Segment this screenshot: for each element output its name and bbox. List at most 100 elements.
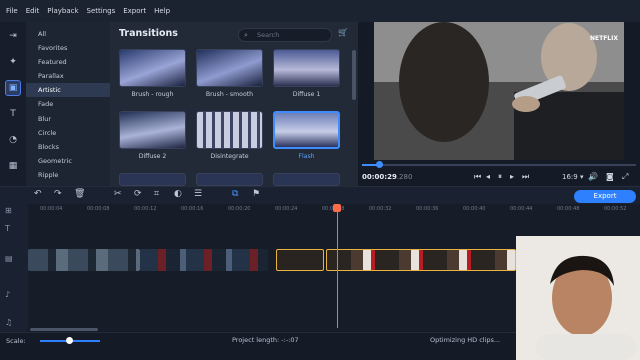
project-length: Project length: -:-:07 [232, 336, 299, 344]
category-blocks[interactable]: Blocks [26, 140, 110, 154]
timecode-main: 00:00:29 [362, 173, 397, 181]
ruler-tick: 00:00:44 [510, 206, 533, 212]
skip-end-icon[interactable]: ⏭ [522, 172, 529, 182]
fullscreen-icon[interactable]: ⤢ [622, 172, 628, 182]
ruler-tick: 00:00:48 [557, 206, 580, 212]
tile-label: Diffuse 2 [138, 153, 167, 160]
more-tools-icon[interactable]: ▦ [5, 158, 21, 174]
video-frame-image [374, 22, 624, 160]
menu-file[interactable]: File [6, 7, 18, 15]
optimizing-status: Optimizing HD clips... [430, 336, 501, 344]
snap-icon[interactable]: ⧉ [232, 189, 238, 199]
menu-export[interactable]: Export [123, 7, 146, 15]
title-track-icon: T [5, 224, 10, 233]
category-featured[interactable]: Featured [26, 55, 110, 69]
video-clip-selected[interactable] [276, 249, 324, 271]
transition-tile-flash[interactable] [273, 111, 340, 149]
ruler-tick: 00:00:16 [181, 206, 204, 212]
netflix-watermark: NETFLIX [590, 35, 618, 42]
crop-icon[interactable]: ⌗ [154, 189, 159, 199]
category-circle[interactable]: Circle [26, 126, 110, 140]
transition-tile-brush-smooth[interactable] [196, 49, 263, 87]
ruler-tick: 00:00:24 [275, 206, 298, 212]
transition-tile-disintegrate[interactable] [196, 111, 263, 149]
category-ripple[interactable]: Ripple [26, 168, 110, 182]
rotate-icon[interactable]: ⟳ [134, 189, 142, 199]
titles-icon[interactable]: T [5, 106, 21, 122]
clip-properties-icon[interactable]: ☰ [194, 189, 202, 199]
tile-label: Diffuse 1 [292, 91, 321, 98]
transition-tile-diffuse-1[interactable] [273, 49, 340, 87]
ruler-tick: 00:00:52 [604, 206, 627, 212]
marker-icon[interactable]: ⚑ [252, 189, 260, 199]
search-input[interactable]: ⌕ Search [238, 28, 332, 42]
delete-icon[interactable]: 🗑 [74, 189, 85, 199]
transition-tile[interactable] [119, 173, 186, 186]
split-icon[interactable]: ✂ [114, 189, 122, 199]
transition-tile[interactable] [196, 173, 263, 186]
tool-rail: ⇥ ✦ ▣ T ◔ ▦ [0, 22, 26, 186]
tile-label: Flash [298, 153, 315, 160]
tile-label: Brush - smooth [205, 91, 254, 98]
video-track-icon: ▤ [5, 254, 13, 263]
timecode-ms: .280 [396, 173, 413, 181]
menu-edit[interactable]: Edit [26, 7, 40, 15]
undo-icon[interactable]: ↶ [34, 189, 42, 199]
timeline-scrollbar[interactable] [30, 328, 98, 331]
snapshot-icon[interactable]: ◙ [606, 172, 614, 181]
category-favorites[interactable]: Favorites [26, 41, 110, 55]
ruler-tick: 00:00:32 [369, 206, 392, 212]
search-placeholder: Search [257, 31, 280, 39]
preview-seekbar[interactable] [362, 161, 636, 168]
filters-icon[interactable]: ✦ [5, 54, 21, 70]
panel-scrollbar[interactable] [352, 50, 356, 100]
ruler-tick: 00:00:40 [463, 206, 486, 212]
preview-panel: NETFLIX 00:00:29.280 ⏮ ◂ ⏸ ▸ ⏭ 16:9 ▾ 🔊 … [358, 22, 640, 186]
ruler-tick: 00:00:36 [416, 206, 439, 212]
transition-tile-brush-rough[interactable] [119, 49, 186, 87]
panel-title: Transitions [119, 28, 178, 39]
ruler-tick: 00:00:08 [87, 206, 110, 212]
tile-label: Disintegrate [210, 153, 249, 160]
export-button[interactable]: Export [574, 190, 636, 203]
color-adjust-icon[interactable]: ◐ [174, 189, 182, 199]
add-track-icon[interactable]: ⊞ [5, 206, 12, 215]
volume-icon[interactable]: 🔊 [588, 172, 598, 181]
transitions-icon[interactable]: ▣ [5, 80, 21, 96]
transition-tile[interactable] [273, 173, 340, 186]
webcam-person-image [516, 236, 640, 360]
category-parallax[interactable]: Parallax [26, 69, 110, 83]
category-geometric[interactable]: Geometric [26, 154, 110, 168]
audio-track-icon: ♪ [5, 290, 11, 299]
ruler-tick: 00:00:20 [228, 206, 251, 212]
transition-tile-diffuse-2[interactable] [119, 111, 186, 149]
playhead[interactable] [333, 204, 341, 328]
ruler-tick: 00:00:12 [134, 206, 157, 212]
skip-start-icon[interactable]: ⏮ [474, 172, 481, 182]
menu-settings[interactable]: Settings [87, 7, 116, 15]
scale-label: Scale: [6, 337, 26, 345]
import-icon[interactable]: ⇥ [5, 28, 21, 44]
category-all[interactable]: All [26, 27, 110, 41]
cart-icon[interactable]: 🛒 [338, 28, 348, 37]
video-clip-selected[interactable] [326, 249, 516, 271]
ruler-tick: 00:00:04 [40, 206, 63, 212]
video-clip[interactable] [28, 249, 140, 271]
music-track-icon: ♫ [5, 318, 13, 327]
pause-icon[interactable]: ⏸ [498, 172, 502, 182]
category-artistic[interactable]: Artistic [26, 83, 110, 98]
step-forward-icon[interactable]: ▸ [510, 172, 514, 181]
scale-slider[interactable] [40, 337, 100, 344]
menu-playback[interactable]: Playback [47, 7, 78, 15]
step-back-icon[interactable]: ◂ [486, 172, 490, 181]
menu-help[interactable]: Help [154, 7, 170, 15]
category-blur[interactable]: Blur [26, 112, 110, 126]
track-headers: ⊞ T ▤ ♪ ♫ [0, 204, 28, 332]
stickers-icon[interactable]: ◔ [5, 132, 21, 148]
search-icon: ⌕ [244, 31, 248, 39]
aspect-ratio-select[interactable]: 16:9 ▾ [562, 173, 583, 181]
redo-icon[interactable]: ↷ [54, 189, 62, 199]
tile-label: Brush - rough [131, 91, 174, 98]
category-fade[interactable]: Fade [26, 97, 110, 111]
video-clip[interactable] [140, 249, 268, 271]
